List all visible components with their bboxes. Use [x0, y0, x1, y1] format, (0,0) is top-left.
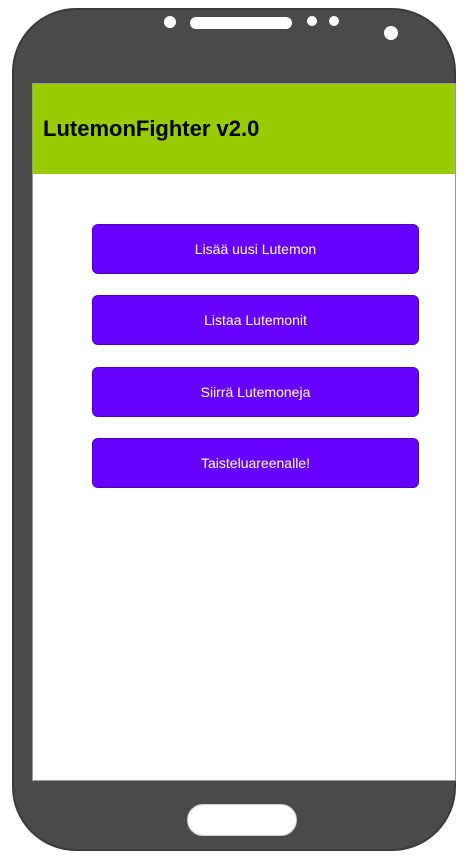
move-lutemons-button[interactable]: Siirrä Lutemoneja	[92, 367, 419, 417]
battle-arena-button[interactable]: Taisteluareenalle!	[92, 438, 419, 488]
sensor-icon	[307, 16, 317, 26]
phone-screen: LutemonFighter v2.0 Lisää uusi Lutemon L…	[32, 83, 456, 781]
home-button[interactable]	[187, 804, 297, 836]
list-lutemons-button[interactable]: Listaa Lutemonit	[92, 295, 419, 345]
app-bar: LutemonFighter v2.0	[33, 84, 455, 174]
front-camera-icon	[384, 26, 398, 40]
app-title: LutemonFighter v2.0	[43, 116, 260, 141]
front-camera-icon	[164, 16, 176, 28]
phone-mockup: LutemonFighter v2.0 Lisää uusi Lutemon L…	[0, 0, 468, 857]
sensor-icon	[329, 16, 339, 26]
speaker-grille-icon	[190, 17, 292, 29]
add-lutemon-button[interactable]: Lisää uusi Lutemon	[92, 224, 419, 274]
